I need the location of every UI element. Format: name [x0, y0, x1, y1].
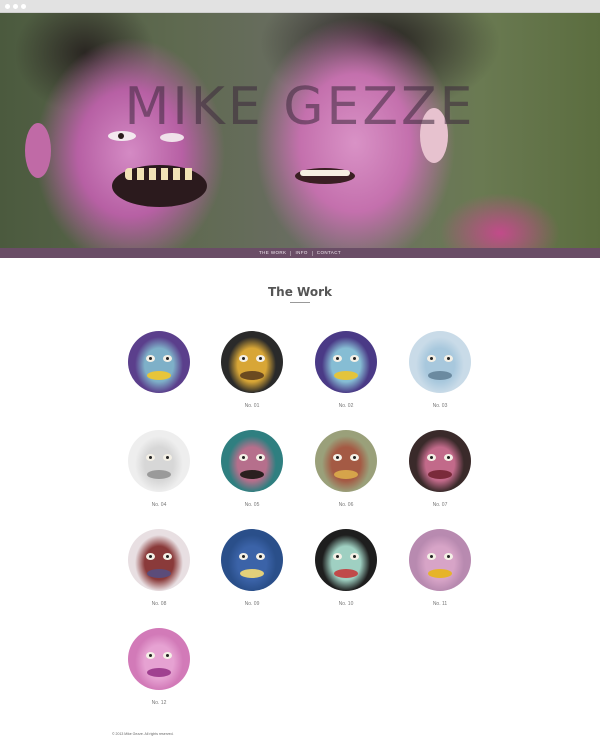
nav-separator	[290, 250, 292, 256]
nav-link-the-work[interactable]: THE WORK	[259, 248, 286, 258]
thumb-mouth	[240, 569, 264, 578]
thumb-pupil	[149, 654, 152, 657]
thumb-mouth	[428, 371, 452, 380]
work-thumbnail[interactable]	[409, 331, 471, 393]
work-label: No. 06	[338, 502, 354, 508]
work-thumbnail[interactable]	[315, 430, 377, 492]
work-item[interactable]: No. 02	[315, 331, 377, 409]
work-label: No. 04	[151, 502, 167, 508]
work-label: No. 07	[432, 502, 448, 508]
thumb-pupil	[242, 555, 245, 558]
window-dot-zoom[interactable]	[21, 4, 26, 9]
thumb-mouth	[240, 371, 264, 380]
work-label: No. 08	[151, 601, 167, 607]
work-label: No. 09	[244, 601, 260, 607]
thumb-pupil	[242, 456, 245, 459]
hero-banner: MIKE GEZZE	[0, 13, 600, 248]
work-label: No. 12	[151, 700, 167, 706]
hero-teeth-left	[125, 168, 195, 180]
thumb-pupil	[166, 654, 169, 657]
work-thumbnail[interactable]	[409, 430, 471, 492]
work-thumbnail[interactable]	[128, 430, 190, 492]
work-item[interactable]: No. 10	[315, 529, 377, 607]
nav-separator	[311, 250, 313, 256]
thumb-pupil	[149, 456, 152, 459]
hero-teeth-right	[300, 170, 350, 176]
site-title: MIKE GEZZE	[124, 77, 476, 137]
work-label: No. 05	[244, 502, 260, 508]
work-item[interactable]: No. 11	[409, 529, 471, 607]
thumb-mouth	[334, 371, 358, 380]
work-item[interactable]: No. 08	[128, 529, 190, 607]
thumb-pupil	[447, 456, 450, 459]
footer-copyright: © 2013 Mike Gezze. All rights reserved.	[112, 732, 174, 736]
thumb-pupil	[336, 456, 339, 459]
thumb-pupil	[353, 357, 356, 360]
work-thumbnail[interactable]	[221, 430, 283, 492]
work-item[interactable]: No. 05	[221, 430, 283, 508]
thumb-pupil	[353, 456, 356, 459]
thumb-pupil	[166, 357, 169, 360]
main-nav: THE WORK INFO CONTACT	[0, 248, 600, 258]
work-label: No. 10	[338, 601, 354, 607]
hero-eye-left-pupil	[118, 133, 124, 139]
thumb-mouth	[428, 470, 452, 479]
browser-bar	[0, 0, 600, 13]
work-label: No. 01	[244, 403, 260, 409]
section-title-underline	[290, 302, 310, 303]
work-item[interactable]: No. 03	[409, 331, 471, 409]
thumb-pupil	[259, 357, 262, 360]
work-item[interactable]: No. 07	[409, 430, 471, 508]
work-item[interactable]: No. 06	[315, 430, 377, 508]
work-label: No. 03	[432, 403, 448, 409]
thumb-pupil	[430, 555, 433, 558]
thumb-pupil	[447, 357, 450, 360]
thumb-mouth	[240, 470, 264, 479]
thumb-pupil	[430, 456, 433, 459]
thumb-pupil	[242, 357, 245, 360]
thumb-mouth	[147, 668, 171, 677]
work-label: No. 11	[432, 601, 448, 607]
work-thumbnail[interactable]	[128, 529, 190, 591]
thumb-pupil	[259, 555, 262, 558]
nav-link-contact[interactable]: CONTACT	[317, 248, 341, 258]
thumb-pupil	[149, 555, 152, 558]
work-thumbnail[interactable]	[128, 331, 190, 393]
thumb-pupil	[336, 357, 339, 360]
thumb-pupil	[259, 456, 262, 459]
window-dot-minimize[interactable]	[13, 4, 18, 9]
work-thumbnail[interactable]	[221, 529, 283, 591]
section-title: The Work	[268, 285, 332, 299]
thumb-pupil	[336, 555, 339, 558]
work-thumbnail[interactable]	[409, 529, 471, 591]
thumb-pupil	[447, 555, 450, 558]
thumb-mouth	[147, 470, 171, 479]
work-thumbnail[interactable]	[315, 529, 377, 591]
nav-link-info[interactable]: INFO	[295, 248, 307, 258]
work-label: No. 02	[338, 403, 354, 409]
thumb-mouth	[428, 569, 452, 578]
thumb-mouth	[334, 569, 358, 578]
thumb-pupil	[149, 357, 152, 360]
work-item[interactable]: No. 09	[221, 529, 283, 607]
thumb-mouth	[334, 470, 358, 479]
work-item[interactable]	[128, 331, 190, 403]
thumb-mouth	[147, 569, 171, 578]
thumb-pupil	[166, 555, 169, 558]
thumb-pupil	[353, 555, 356, 558]
thumb-pupil	[430, 357, 433, 360]
window-dot-close[interactable]	[5, 4, 10, 9]
work-item[interactable]: No. 04	[128, 430, 190, 508]
work-thumbnail[interactable]	[315, 331, 377, 393]
work-thumbnail[interactable]	[128, 628, 190, 690]
work-thumbnail[interactable]	[221, 331, 283, 393]
work-item[interactable]: No. 12	[128, 628, 190, 706]
thumb-pupil	[166, 456, 169, 459]
work-item[interactable]: No. 01	[221, 331, 283, 409]
thumb-mouth	[147, 371, 171, 380]
